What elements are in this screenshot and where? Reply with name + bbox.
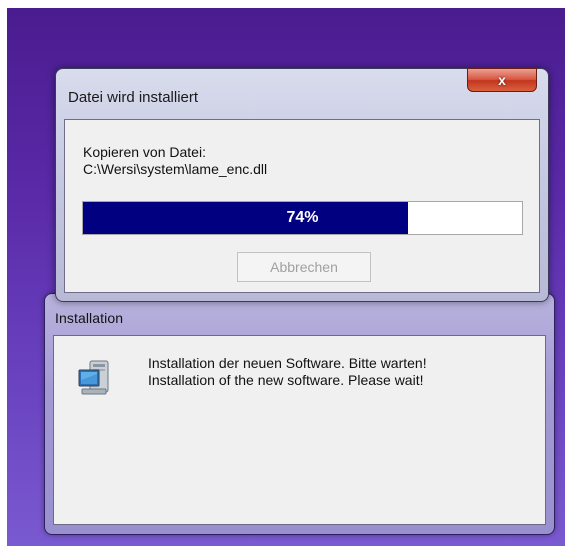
installation-message-english: Installation of the new software. Please… [148,372,424,388]
copy-file-dialog: Datei wird installiert x Kopieren von Da… [55,68,549,302]
copy-label: Kopieren von Datei: [83,144,206,160]
close-button[interactable]: x [467,68,537,92]
progress-percent-label: 74% [286,209,319,226]
installation-window: Installation Installation der neuen Soft… [44,293,555,535]
file-path: C:\Wersi\system\lame_enc.dll [83,161,268,177]
copy-file-dialog-title: Datei wird installiert [68,89,199,106]
cancel-button[interactable]: Abbrechen [237,252,371,282]
progress-bar: 74% [82,201,523,235]
installation-message: Installation der neuen Software. Bitte w… [148,355,427,389]
installation-window-client: Installation der neuen Software. Bitte w… [53,335,546,525]
copy-file-dialog-client: Kopieren von Datei: C:\Wersi\system\lame… [64,119,540,293]
installation-message-german: Installation der neuen Software. Bitte w… [148,355,427,371]
installation-window-title: Installation [55,310,124,326]
desktop-background: Installation Installation der neuen Soft… [7,8,565,546]
computer-install-icon [78,360,109,395]
copy-status: Kopieren von Datei: C:\Wersi\system\lame… [83,144,267,178]
